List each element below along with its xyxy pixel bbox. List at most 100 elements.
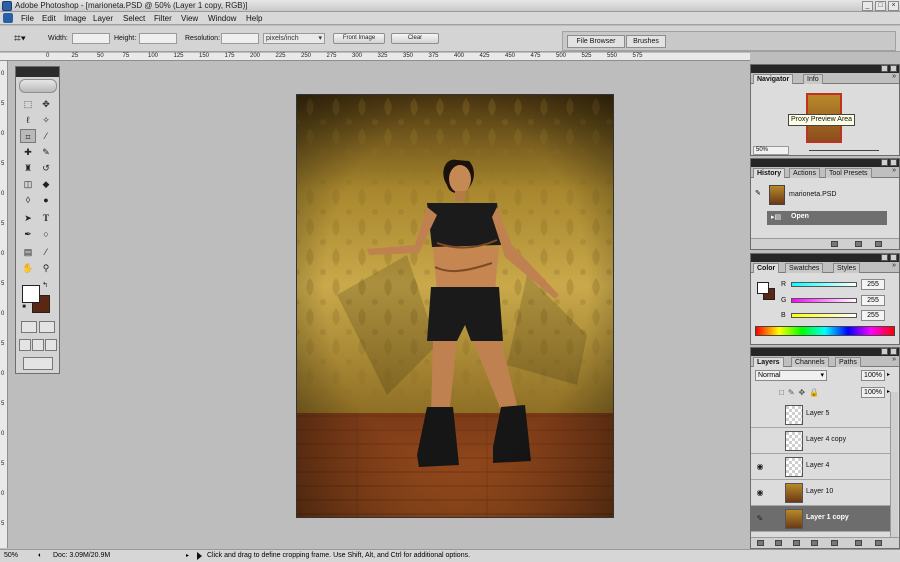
menu-layer[interactable]: Layer xyxy=(93,14,113,23)
history-snapshot[interactable]: ✎ marioneta.PSD xyxy=(751,183,899,205)
layer-row[interactable]: ✎ Layer 1 copy xyxy=(751,506,891,532)
panel-titlebar[interactable] xyxy=(751,65,899,73)
tab-swatches[interactable]: Swatches xyxy=(785,263,824,273)
layer-style-icon[interactable] xyxy=(757,540,764,546)
panel-menu-icon[interactable]: » xyxy=(892,262,896,269)
trash-icon[interactable] xyxy=(875,540,882,546)
crop-tool-icon[interactable]: ⌗▾ xyxy=(14,31,30,45)
paint-bucket-tool-icon[interactable]: ◆ xyxy=(38,177,54,191)
fill-field[interactable]: 100% xyxy=(861,387,885,398)
document-canvas[interactable] xyxy=(296,94,614,518)
healing-brush-tool-icon[interactable]: ✚ xyxy=(20,145,36,159)
menu-view[interactable]: View xyxy=(181,14,198,23)
layers-scrollbar[interactable] xyxy=(890,392,898,540)
lock-icons[interactable]: □✎✥🔒 xyxy=(779,388,823,397)
tab-file-browser[interactable]: File Browser xyxy=(567,35,625,48)
clone-stamp-tool-icon[interactable]: ♜ xyxy=(20,161,36,175)
panel-menu-icon[interactable]: » xyxy=(892,73,896,80)
blue-slider[interactable] xyxy=(791,313,857,318)
status-zoom[interactable]: 50% xyxy=(4,552,32,559)
panel-titlebar[interactable] xyxy=(751,254,899,262)
crop-tool-active-icon[interactable]: ⌗ xyxy=(20,129,36,143)
close-icon[interactable] xyxy=(890,348,897,355)
tab-navigator[interactable]: Navigator xyxy=(753,74,794,84)
quick-mask-mode-button[interactable] xyxy=(39,321,55,333)
status-menu-arrow-icon[interactable]: ▸ xyxy=(186,552,189,559)
navigator-zoom-slider[interactable] xyxy=(809,150,879,151)
panel-titlebar[interactable] xyxy=(751,159,899,167)
standard-mode-button[interactable] xyxy=(21,321,37,333)
close-button[interactable]: × xyxy=(888,1,899,11)
trash-icon[interactable] xyxy=(875,241,882,247)
panel-menu-icon[interactable]: » xyxy=(892,356,896,363)
eraser-tool-icon[interactable]: ◫ xyxy=(20,177,36,191)
adobe-online-logo-icon[interactable] xyxy=(19,79,57,93)
foreground-color-swatch[interactable] xyxy=(22,285,40,303)
menu-edit[interactable]: Edit xyxy=(42,14,56,23)
lasso-tool-icon[interactable]: ℓ xyxy=(20,113,36,127)
adjustment-layer-icon[interactable] xyxy=(811,540,818,546)
move-tool-icon[interactable]: ✥ xyxy=(38,97,54,111)
panel-titlebar[interactable] xyxy=(751,348,899,356)
new-snapshot-icon[interactable] xyxy=(855,241,862,247)
tab-info[interactable]: Info xyxy=(803,74,823,84)
visibility-toggle[interactable] xyxy=(754,435,766,447)
toolbox-titlebar[interactable] xyxy=(16,67,59,77)
full-screen-menu-mode-icon[interactable] xyxy=(32,339,44,351)
menu-window[interactable]: Window xyxy=(208,14,236,23)
new-layer-icon[interactable] xyxy=(855,540,862,546)
clear-button[interactable]: Clear xyxy=(391,33,439,44)
layer-row[interactable]: ◉ Layer 4 xyxy=(751,454,891,480)
brush-tool-icon[interactable]: ✎ xyxy=(38,145,54,159)
panel-menu-icon[interactable]: » xyxy=(892,167,896,174)
hand-tool-icon[interactable]: ✋ xyxy=(20,261,36,275)
visibility-toggle[interactable] xyxy=(754,409,766,421)
default-colors-icon[interactable]: ■ xyxy=(20,303,28,311)
opacity-arrow-icon[interactable]: ▸ xyxy=(887,371,890,378)
marquee-tool-icon[interactable]: ⬚ xyxy=(20,97,36,111)
resolution-units-select[interactable]: pixels/inch ▾ xyxy=(263,33,325,44)
front-image-button[interactable]: Front Image xyxy=(333,33,385,44)
brush-source-icon[interactable]: ✎ xyxy=(755,189,761,197)
minimize-icon[interactable] xyxy=(881,254,888,261)
menu-image[interactable]: Image xyxy=(64,14,86,23)
close-icon[interactable] xyxy=(890,254,897,261)
height-field[interactable] xyxy=(139,33,177,44)
color-spectrum-bar[interactable] xyxy=(755,326,895,336)
layer-mask-icon[interactable] xyxy=(775,540,782,546)
red-value-field[interactable]: 255 xyxy=(861,279,885,290)
new-document-icon[interactable] xyxy=(831,241,838,247)
jump-to-imageready-icon[interactable] xyxy=(23,357,53,370)
red-slider[interactable] xyxy=(791,282,857,287)
tab-channels[interactable]: Channels xyxy=(791,357,829,367)
dodge-tool-icon[interactable]: ● xyxy=(38,193,54,207)
history-brush-tool-icon[interactable]: ↺ xyxy=(38,161,54,175)
close-icon[interactable] xyxy=(890,65,897,72)
slice-tool-icon[interactable]: ⁄ xyxy=(38,129,54,143)
layer-row[interactable]: ◉ Layer 10 xyxy=(751,480,891,506)
layer-row[interactable]: Layer 5 xyxy=(751,402,891,428)
notes-tool-icon[interactable]: ▤ xyxy=(20,245,36,259)
tab-paths[interactable]: Paths xyxy=(835,357,861,367)
pen-tool-icon[interactable]: ✒ xyxy=(20,227,36,241)
full-screen-mode-icon[interactable] xyxy=(45,339,57,351)
brush-icon[interactable]: ✎ xyxy=(754,513,766,525)
document-icon[interactable] xyxy=(3,13,13,23)
blue-value-field[interactable]: 255 xyxy=(861,310,885,321)
green-slider[interactable] xyxy=(791,298,857,303)
zoom-tool-icon[interactable]: ⚲ xyxy=(38,261,54,275)
tab-tool-presets[interactable]: Tool Presets xyxy=(825,168,872,178)
minimize-icon[interactable] xyxy=(881,348,888,355)
minimize-button[interactable]: _ xyxy=(862,1,873,11)
blend-mode-select[interactable]: Normal ▾ xyxy=(755,370,827,381)
foreground-color-swatch[interactable] xyxy=(757,282,769,294)
menu-select[interactable]: Select xyxy=(123,14,145,23)
status-info-icon[interactable]: ◐ xyxy=(38,552,42,559)
new-set-icon[interactable] xyxy=(793,540,800,546)
eye-icon[interactable]: ◉ xyxy=(754,487,766,499)
resolution-field[interactable] xyxy=(221,33,259,44)
navigator-zoom-field[interactable]: 50% xyxy=(753,146,789,155)
link-icon[interactable] xyxy=(831,540,838,546)
history-state-open[interactable]: ▸▤ Open xyxy=(767,211,887,225)
tab-styles[interactable]: Styles xyxy=(833,263,861,273)
